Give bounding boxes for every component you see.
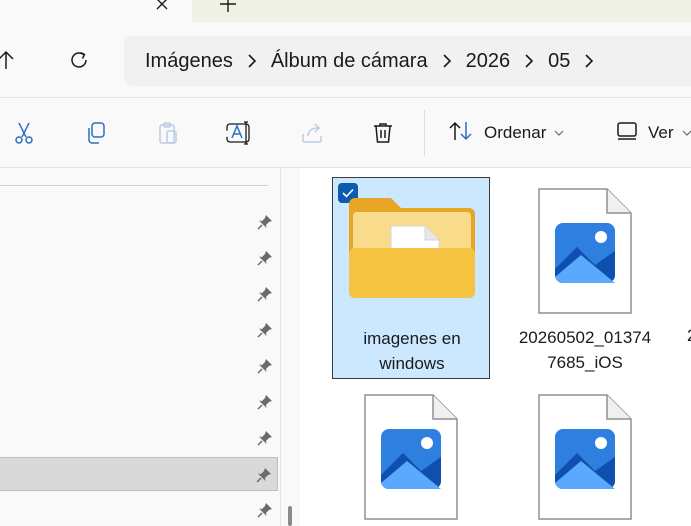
- chevron-right-icon[interactable]: [428, 53, 466, 69]
- folder-icon: [333, 196, 491, 326]
- tab-strip: [0, 0, 691, 22]
- sidebar-item[interactable]: [0, 349, 278, 383]
- pin-icon[interactable]: [256, 429, 274, 447]
- close-icon[interactable]: [150, 0, 174, 16]
- file-item-image[interactable]: [506, 383, 664, 526]
- file-item-folder[interactable]: imagenes en windows: [332, 177, 490, 379]
- file-name: imagenes en windows: [333, 326, 491, 376]
- view-icon: [616, 121, 638, 145]
- sidebar-item[interactable]: [0, 493, 278, 526]
- pane-divider[interactable]: [280, 168, 281, 526]
- file-name-line-1: 20260502_01374: [518, 328, 652, 347]
- up-arrow-icon[interactable]: [0, 42, 24, 78]
- pin-icon[interactable]: [256, 285, 274, 303]
- pin-icon[interactable]: [256, 321, 274, 339]
- new-tab-icon[interactable]: [214, 0, 242, 18]
- pin-icon[interactable]: [256, 393, 274, 411]
- toolbar-divider: [424, 110, 425, 156]
- pin-icon[interactable]: [256, 213, 274, 231]
- tab-gap: [192, 0, 200, 22]
- file-name-line-2: 7685_iOS: [547, 353, 623, 372]
- chevron-right-icon[interactable]: [233, 53, 271, 69]
- clipboard-icon: [151, 116, 185, 150]
- file-item-image[interactable]: 20260502_01374 7685_iOS: [506, 177, 664, 379]
- sort-arrows-icon: [448, 120, 474, 146]
- breadcrumb[interactable]: Imágenes Álbum de cámara 2026 05: [124, 36, 691, 86]
- pin-icon[interactable]: [256, 249, 274, 267]
- sidebar-scrollbar[interactable]: [288, 506, 292, 526]
- breadcrumb-item-month[interactable]: 05: [548, 50, 570, 73]
- pin-icon[interactable]: [256, 501, 274, 519]
- view-button[interactable]: Ver: [616, 116, 691, 150]
- file-item-image[interactable]: [332, 383, 490, 526]
- chevron-right-icon[interactable]: [510, 53, 548, 69]
- command-bar: Ordenar Ver: [0, 98, 691, 168]
- sort-label: Ordenar: [484, 123, 547, 142]
- chevron-down-icon: [554, 130, 564, 136]
- chevron-down-icon: [682, 130, 691, 136]
- rename-icon[interactable]: [222, 116, 256, 150]
- navigation-pane: [0, 168, 280, 526]
- breadcrumb-item-album[interactable]: Álbum de cámara: [271, 50, 428, 73]
- file-name: 20260502_01374 7685_iOS: [506, 325, 664, 375]
- view-label: Ver: [648, 123, 674, 142]
- breadcrumb-item-year[interactable]: 2026: [466, 50, 511, 73]
- sidebar-item[interactable]: [0, 385, 278, 419]
- file-name-line-2: windows: [379, 354, 445, 373]
- pin-icon[interactable]: [256, 357, 274, 375]
- partial-file-name: 2: [687, 326, 691, 346]
- share-icon: [295, 116, 329, 150]
- chevron-right-icon[interactable]: [570, 53, 608, 69]
- address-bar-row: Imágenes Álbum de cámara 2026 05: [0, 22, 691, 98]
- pin-icon[interactable]: [255, 466, 273, 484]
- sidebar-item[interactable]: [0, 241, 278, 275]
- image-file-icon: [506, 187, 664, 317]
- breadcrumb-item-imagenes[interactable]: Imágenes: [145, 50, 233, 73]
- sidebar-item[interactable]: [0, 313, 278, 347]
- sidebar-item[interactable]: [0, 205, 278, 239]
- refresh-icon[interactable]: [61, 42, 97, 78]
- scissors-icon[interactable]: [7, 116, 41, 150]
- active-tab[interactable]: [0, 0, 192, 22]
- trash-icon[interactable]: [366, 116, 400, 150]
- sort-button[interactable]: Ordenar: [448, 116, 564, 150]
- file-name-line-1: imagenes en: [363, 329, 461, 348]
- sidebar-item[interactable]: [0, 277, 278, 311]
- sidebar-item-selected[interactable]: [0, 457, 278, 491]
- image-file-icon: [332, 393, 490, 523]
- sidebar-item[interactable]: [0, 421, 278, 455]
- image-file-icon: [506, 393, 664, 523]
- sidebar-separator: [0, 185, 268, 186]
- copy-icon[interactable]: [79, 116, 113, 150]
